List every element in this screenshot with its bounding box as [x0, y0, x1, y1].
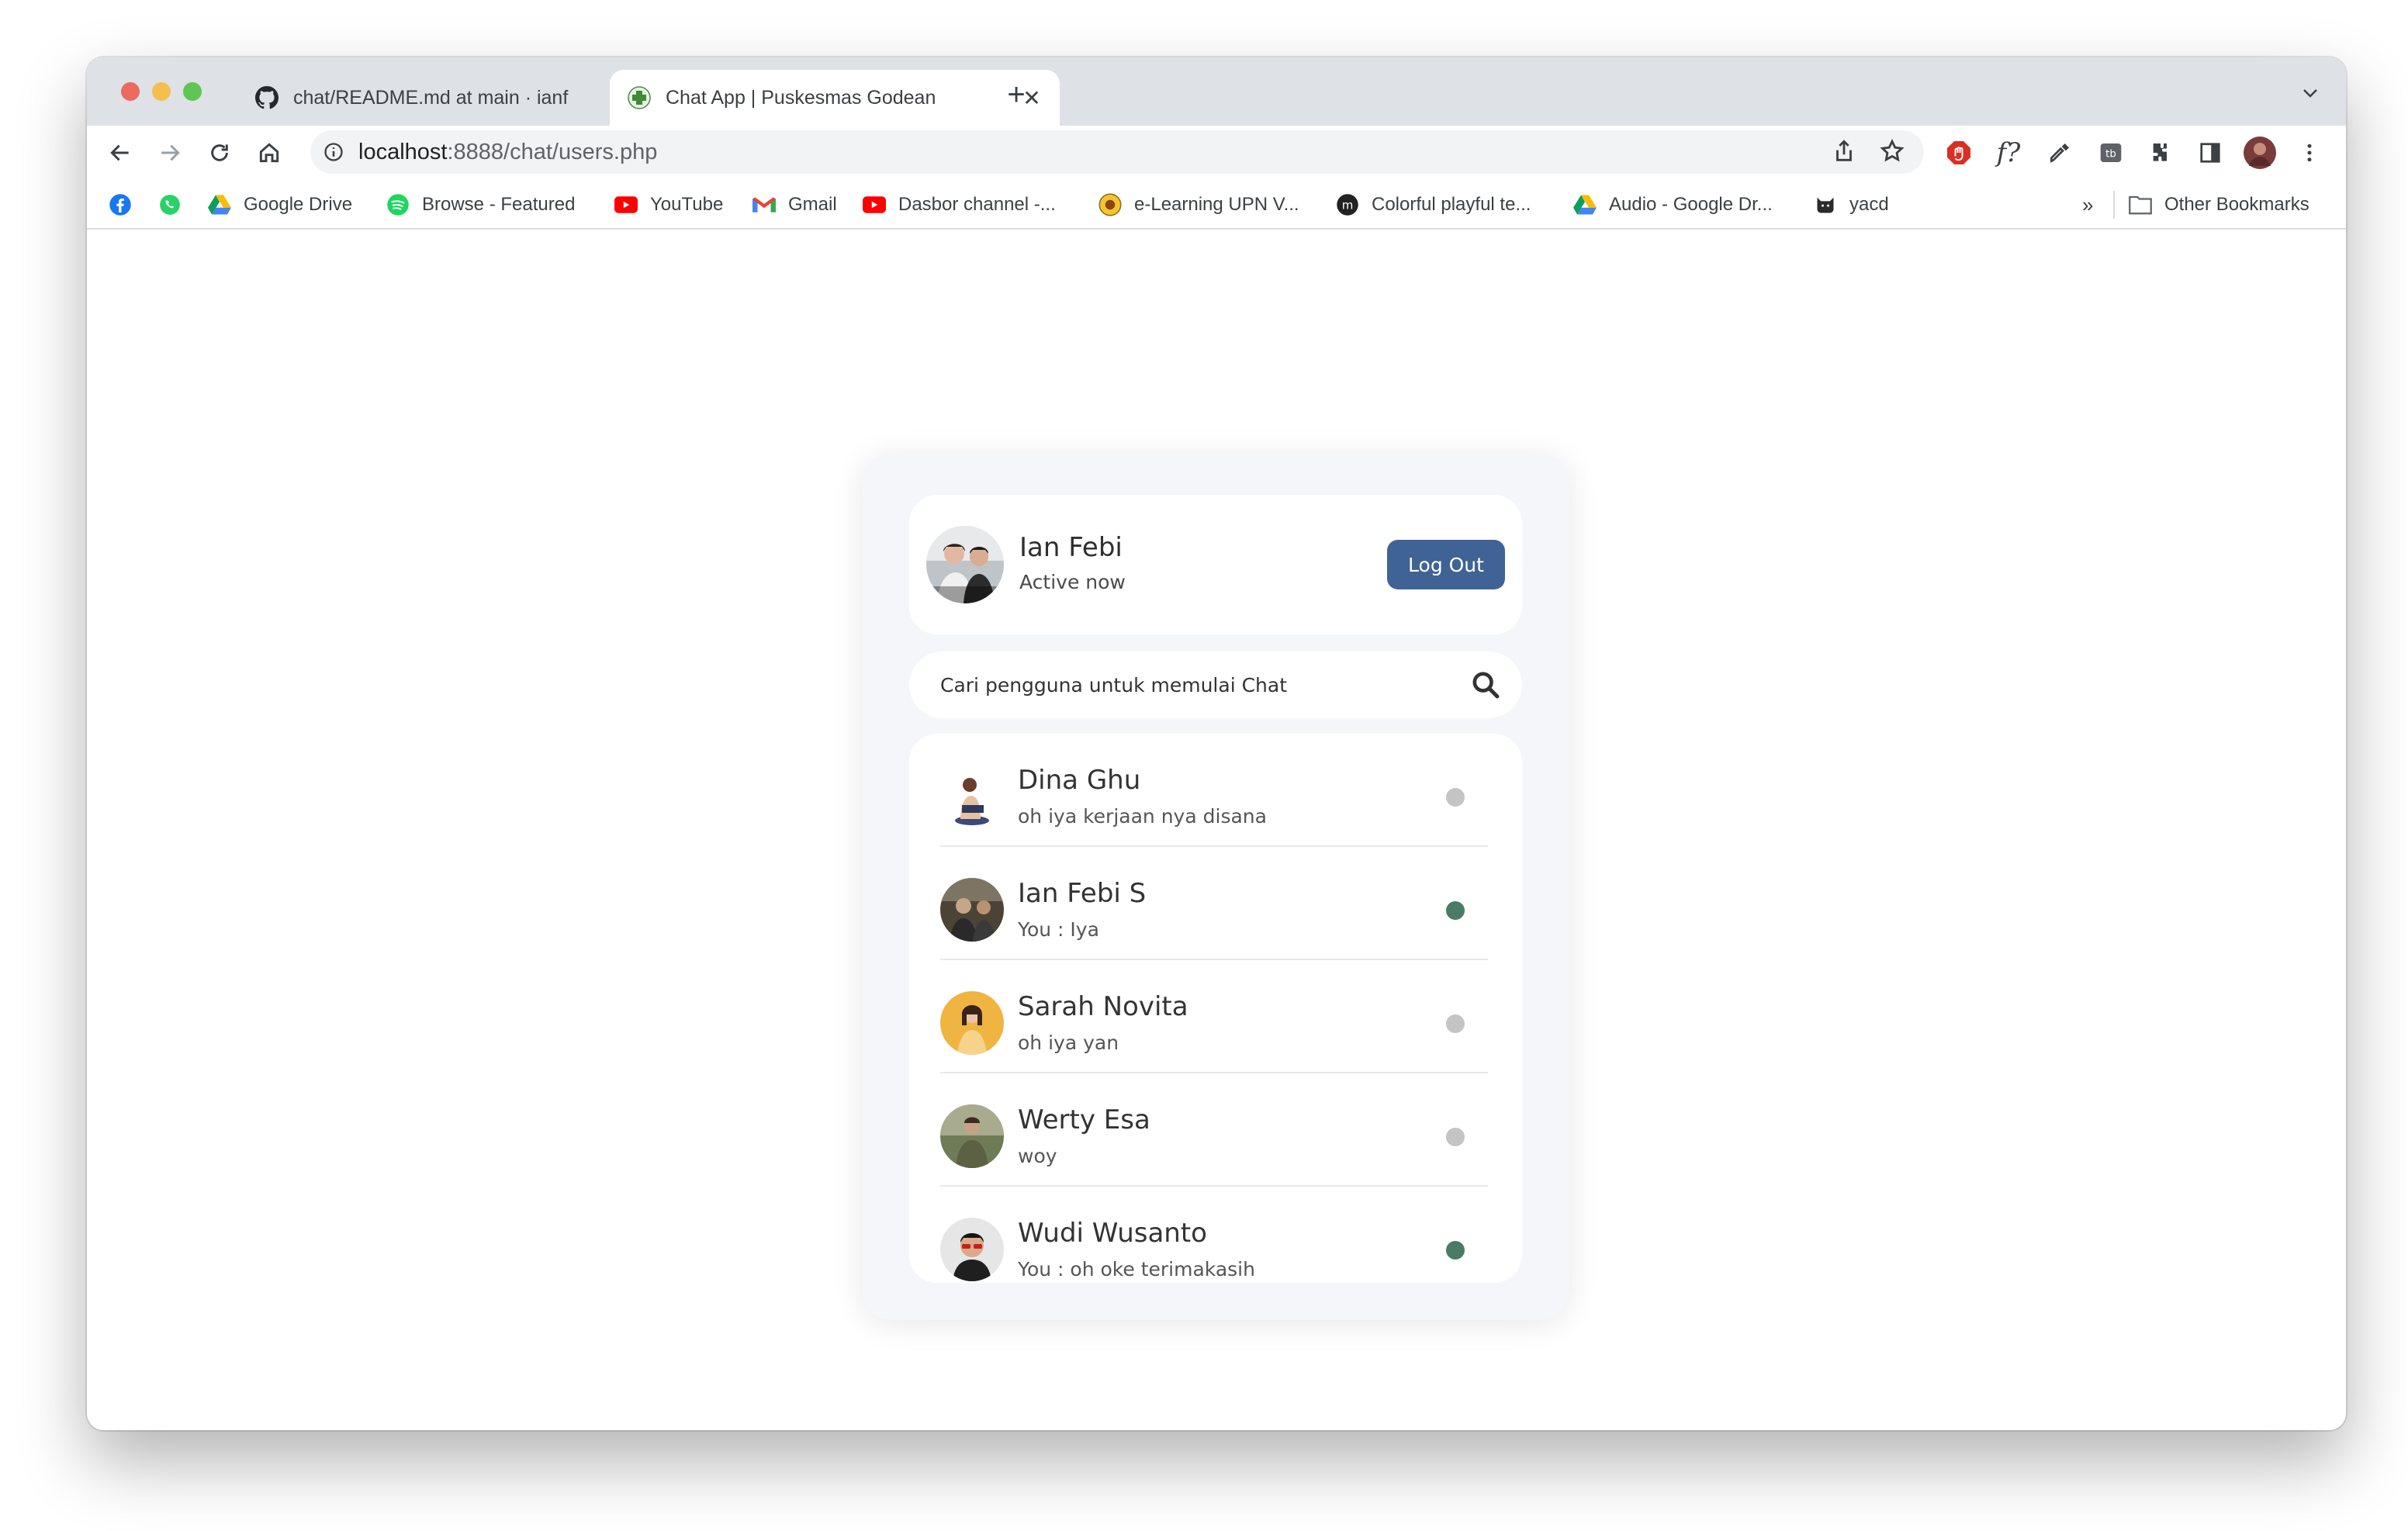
- medical-cross-icon: [627, 85, 652, 110]
- google-drive-icon: [1573, 193, 1597, 216]
- adblock-icon[interactable]: [1943, 137, 1975, 169]
- new-tab-button[interactable]: +: [1001, 79, 1032, 110]
- bookmark-google-drive[interactable]: Google Drive: [208, 189, 352, 220]
- bookmark-elearning-upn[interactable]: e-Learning UPN V...: [1098, 189, 1299, 220]
- user-row-sarah-novita[interactable]: Sarah Novita oh iya yan: [940, 960, 1488, 1073]
- bookmarks-bar: Google Drive Browse - Featured YouTube G…: [87, 180, 2346, 230]
- youtube-icon: [614, 193, 638, 216]
- minimize-window-button[interactable]: [152, 82, 171, 101]
- chat-wrapper: Ian Febi Active now Log Out Cari penggun…: [863, 454, 1569, 1320]
- tab-chat-app[interactable]: Chat App | Puskesmas Godean ✕: [610, 70, 1060, 126]
- search-icon[interactable]: [1466, 665, 1505, 704]
- offline-status-dot: [1446, 788, 1465, 807]
- tab-strip: chat/README.md at main · ianf ✕ Chat App…: [87, 57, 2346, 126]
- spotify-icon: [386, 193, 410, 216]
- avatar: [940, 1218, 1004, 1281]
- current-user-status: Active now: [1019, 571, 1126, 593]
- whatsapp-icon: [158, 193, 182, 216]
- user-name: Dina Ghu: [1018, 765, 1141, 796]
- bookmark-spotify[interactable]: Browse - Featured: [386, 189, 575, 220]
- avatar[interactable]: [926, 526, 1004, 603]
- last-message: oh iya yan: [1018, 1032, 1119, 1054]
- current-user-name: Ian Febi: [1019, 532, 1123, 563]
- offline-status-dot: [1446, 1014, 1465, 1033]
- other-bookmarks-folder[interactable]: Other Bookmarks: [2129, 189, 2309, 220]
- side-panel-icon[interactable]: [2194, 137, 2226, 169]
- facebook-icon: [109, 193, 132, 216]
- users-list: Dina Ghu oh iya kerjaan nya disana Ian F…: [909, 734, 1522, 1283]
- m-logo-icon: m: [1336, 193, 1359, 216]
- bookmark-gmail[interactable]: Gmail: [752, 189, 837, 220]
- reload-icon[interactable]: [203, 137, 236, 169]
- svg-text:tb: tb: [2105, 148, 2116, 160]
- bookmark-youtube-studio[interactable]: Dasbor channel -...: [863, 189, 1056, 220]
- eyedropper-icon[interactable]: [2043, 137, 2076, 169]
- gmail-icon: [752, 193, 776, 216]
- browser-menu-icon[interactable]: [2293, 137, 2326, 169]
- forward-icon[interactable]: [154, 137, 186, 169]
- tab-title: Chat App | Puskesmas Godean: [666, 86, 936, 109]
- avatar: [940, 991, 1004, 1055]
- svg-text:m: m: [1342, 199, 1354, 213]
- browser-window: chat/README.md at main · ianf ✕ Chat App…: [87, 57, 2346, 1430]
- extension-tb-icon[interactable]: tb: [2095, 137, 2127, 169]
- search-bar: [909, 651, 1522, 718]
- last-message: woy: [1018, 1145, 1057, 1167]
- back-icon[interactable]: [104, 137, 137, 169]
- share-icon[interactable]: [1831, 138, 1857, 168]
- page-content: Ian Febi Active now Log Out Cari penggun…: [87, 230, 2346, 1430]
- bookmark-colorful-playful[interactable]: m Colorful playful te...: [1336, 189, 1531, 220]
- extensions-puzzle-icon[interactable]: [2144, 137, 2177, 169]
- home-icon[interactable]: [253, 137, 285, 169]
- profile-avatar[interactable]: [2244, 137, 2276, 169]
- last-message: You : Iya: [1018, 918, 1099, 941]
- maximize-window-button[interactable]: [183, 82, 202, 101]
- bookmark-youtube[interactable]: YouTube: [614, 189, 723, 220]
- last-message: You : oh oke terimakasih: [1018, 1258, 1255, 1280]
- user-name: Sarah Novita: [1018, 991, 1188, 1022]
- user-row-wudi-wusanto[interactable]: Wudi Wusanto You : oh oke terimakasih: [940, 1187, 1488, 1283]
- google-drive-icon: [208, 193, 231, 216]
- bookmark-facebook[interactable]: [109, 189, 144, 220]
- logout-button[interactable]: Log Out: [1387, 540, 1505, 589]
- user-row-ian-febi-s[interactable]: Ian Febi S You : Iya: [940, 847, 1488, 960]
- bookmark-yacd[interactable]: yacd: [1814, 189, 1889, 220]
- online-status-dot: [1446, 1241, 1465, 1260]
- close-window-button[interactable]: [121, 82, 140, 101]
- avatar: [940, 765, 1004, 828]
- user-row-dina-ghu[interactable]: Dina Ghu oh iya kerjaan nya disana: [940, 734, 1488, 847]
- cat-icon: [1814, 193, 1837, 216]
- font-finder-icon[interactable]: f?: [1992, 137, 2025, 169]
- online-status-dot: [1446, 901, 1465, 920]
- bookmark-star-icon[interactable]: [1879, 138, 1905, 168]
- avatar: [940, 878, 1004, 942]
- user-name: Ian Febi S: [1018, 878, 1147, 909]
- avatar: [940, 1104, 1004, 1168]
- upn-logo-icon: [1098, 193, 1122, 216]
- info-icon[interactable]: [321, 140, 346, 164]
- search-input[interactable]: [940, 669, 1437, 701]
- url-text: localhost:8888/chat/users.php: [358, 139, 658, 164]
- toolbar: localhost:8888/chat/users.php f? tb: [87, 126, 2346, 180]
- tab-title: chat/README.md at main · ianf: [293, 86, 569, 109]
- user-header: Ian Febi Active now Log Out: [909, 495, 1522, 634]
- address-bar[interactable]: localhost:8888/chat/users.php: [310, 130, 1924, 174]
- bookmark-audio-drive[interactable]: Audio - Google Dr...: [1573, 189, 1773, 220]
- github-icon: [254, 85, 279, 110]
- offline-status-dot: [1446, 1128, 1465, 1146]
- bookmark-whatsapp[interactable]: [158, 189, 194, 220]
- bookmarks-overflow-button[interactable]: »: [2082, 189, 2093, 220]
- chevron-down-icon[interactable]: [2301, 84, 2320, 102]
- user-name: Wudi Wusanto: [1018, 1218, 1207, 1249]
- last-message: oh iya kerjaan nya disana: [1018, 805, 1267, 828]
- user-row-werty-esa[interactable]: Werty Esa woy: [940, 1073, 1488, 1187]
- youtube-studio-icon: [863, 193, 886, 216]
- folder-icon: [2129, 193, 2152, 216]
- user-name: Werty Esa: [1018, 1104, 1150, 1135]
- bookmarks-divider: [2113, 191, 2115, 219]
